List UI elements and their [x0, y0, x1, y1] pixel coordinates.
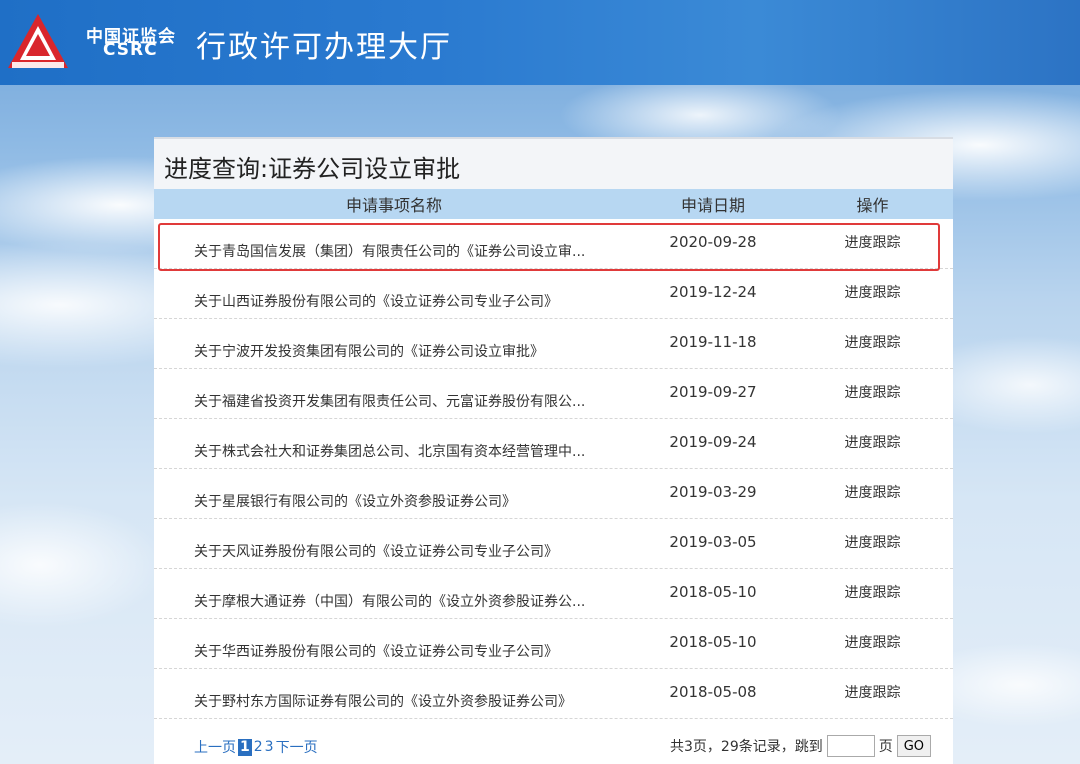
track-progress-link[interactable]: 进度跟踪	[792, 232, 953, 252]
application-date: 2019-03-29	[669, 482, 757, 501]
application-date: 2019-11-18	[669, 332, 757, 351]
prev-page-link[interactable]: 上一页	[194, 737, 236, 757]
table-row: 关于山西证券股份有限公司的《设立证券公司专业子公司》 2019-12-24 进度…	[154, 269, 953, 319]
application-name: 关于福建省投资开发集团有限责任公司、元富证券股份有限公...	[194, 393, 586, 410]
track-progress-link[interactable]: 进度跟踪	[792, 432, 953, 452]
page-link-2[interactable]: 2	[254, 739, 263, 755]
column-header-name: 申请事项名称	[345, 196, 442, 215]
application-name: 关于摩根大通证券（中国）有限公司的《设立外资参股证券公...	[194, 593, 586, 610]
track-progress-link[interactable]: 进度跟踪	[792, 282, 953, 302]
application-date: 2018-05-08	[669, 682, 757, 701]
application-date: 2019-09-24	[669, 432, 757, 451]
csrc-logo-icon	[8, 14, 68, 68]
record-summary: 共3页，29条记录，跳到	[670, 739, 823, 755]
go-button[interactable]: GO	[896, 735, 932, 757]
application-date: 2018-05-10	[669, 632, 757, 651]
page-unit-label: 页	[878, 739, 893, 755]
jump-page-input[interactable]	[826, 735, 875, 757]
track-progress-link[interactable]: 进度跟踪	[792, 482, 953, 502]
track-progress-link[interactable]: 进度跟踪	[792, 582, 953, 602]
page-jump: 共3页，29条记录，跳到 页 GO	[670, 735, 932, 757]
next-page-link[interactable]: 下一页	[276, 737, 318, 757]
table-row: 关于青岛国信发展（集团）有限责任公司的《证券公司设立审... 2020-09-2…	[154, 219, 953, 271]
page-links: 上一页 1 2 3 下一页	[194, 737, 318, 757]
column-header-date: 申请日期	[680, 196, 745, 215]
track-progress-link[interactable]: 进度跟踪	[792, 382, 953, 402]
track-progress-link[interactable]: 进度跟踪	[792, 632, 953, 652]
table-row: 关于星展银行有限公司的《设立外资参股证券公司》 2019-03-29 进度跟踪	[154, 469, 953, 519]
page-title: 进度查询:证券公司设立审批	[154, 137, 953, 189]
table-row: 关于摩根大通证券（中国）有限公司的《设立外资参股证券公... 2018-05-1…	[154, 569, 953, 619]
track-progress-link[interactable]: 进度跟踪	[792, 332, 953, 352]
application-date: 2019-09-27	[669, 382, 757, 401]
application-date: 2019-12-24	[669, 282, 757, 301]
application-name: 关于华西证券股份有限公司的《设立证券公司专业子公司》	[194, 643, 558, 660]
table-row: 关于宁波开发投资集团有限公司的《证券公司设立审批》 2019-11-18 进度跟…	[154, 319, 953, 369]
site-title: 行政许可办理大厅	[196, 30, 452, 65]
application-name: 关于宁波开发投资集团有限公司的《证券公司设立审批》	[194, 343, 544, 360]
application-name: 关于野村东方国际证券有限公司的《设立外资参股证券公司》	[194, 693, 572, 710]
application-date: 2019-03-05	[669, 532, 757, 551]
site-header: 中国证监会 CSRC 行政许可办理大厅	[0, 0, 1080, 85]
application-name: 关于天风证券股份有限公司的《设立证券公司专业子公司》	[194, 543, 558, 560]
table-row: 关于野村东方国际证券有限公司的《设立外资参股证券公司》 2018-05-08 进…	[154, 669, 953, 719]
column-header-action: 操作	[856, 196, 889, 215]
pagination: 上一页 1 2 3 下一页 共3页，29条记录，跳到 页 GO	[154, 719, 953, 764]
application-name: 关于星展银行有限公司的《设立外资参股证券公司》	[194, 493, 516, 510]
page-link-current[interactable]: 1	[238, 738, 252, 756]
progress-query-panel: 进度查询:证券公司设立审批 申请事项名称 申请日期 操作 关于青岛国信发展（集团…	[154, 137, 953, 764]
track-progress-link[interactable]: 进度跟踪	[792, 682, 953, 702]
application-name: 关于青岛国信发展（集团）有限责任公司的《证券公司设立审...	[194, 243, 586, 260]
application-date: 2020-09-28	[669, 232, 757, 251]
application-date: 2018-05-10	[669, 582, 757, 601]
page-link-3[interactable]: 3	[265, 739, 274, 755]
table-row: 关于天风证券股份有限公司的《设立证券公司专业子公司》 2019-03-05 进度…	[154, 519, 953, 569]
table-header: 申请事项名称 申请日期 操作	[154, 189, 953, 219]
table-row: 关于株式会社大和证券集团总公司、北京国有资本经营管理中... 2019-09-2…	[154, 419, 953, 469]
table-row: 关于华西证券股份有限公司的《设立证券公司专业子公司》 2018-05-10 进度…	[154, 619, 953, 669]
application-name: 关于株式会社大和证券集团总公司、北京国有资本经营管理中...	[194, 443, 586, 460]
application-name: 关于山西证券股份有限公司的《设立证券公司专业子公司》	[194, 293, 558, 310]
track-progress-link[interactable]: 进度跟踪	[792, 532, 953, 552]
org-name-en: CSRC	[103, 40, 158, 60]
table-row: 关于福建省投资开发集团有限责任公司、元富证券股份有限公... 2019-09-2…	[154, 369, 953, 419]
